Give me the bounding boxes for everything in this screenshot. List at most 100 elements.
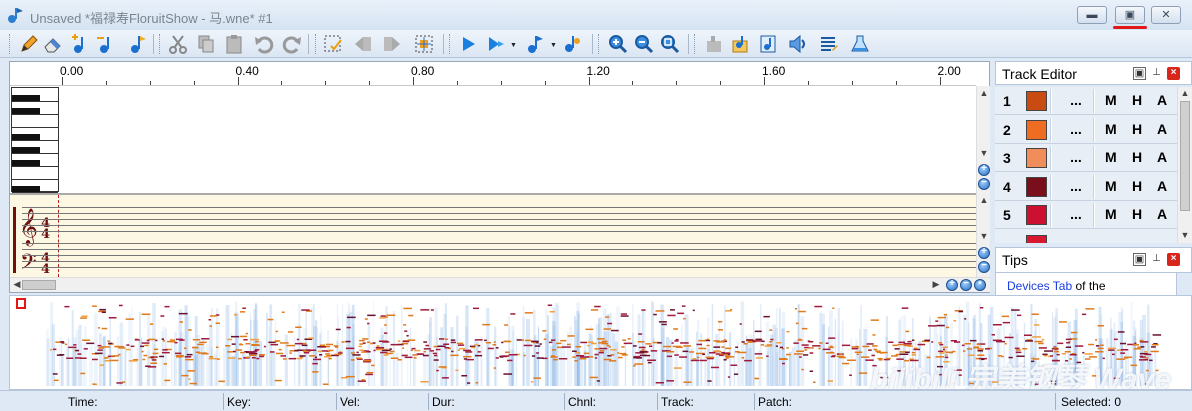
pencil-button[interactable] bbox=[18, 33, 40, 55]
track-row[interactable]: 5... M H A bbox=[995, 201, 1177, 229]
zoom-in-vertical-button[interactable]: + bbox=[978, 163, 990, 176]
track-active-toggle[interactable]: A bbox=[1157, 92, 1167, 108]
zoom-out-vertical-button[interactable]: − bbox=[978, 177, 990, 190]
zoom-fit-button[interactable] bbox=[659, 33, 681, 55]
play-menu-dropdown-icon[interactable]: ▼ bbox=[510, 42, 517, 49]
flask-button[interactable] bbox=[849, 33, 871, 55]
scroll-left-icon[interactable]: ◀ bbox=[12, 279, 22, 290]
score-scroll-up-icon[interactable]: ▲ bbox=[977, 195, 991, 205]
toolbar-grip[interactable] bbox=[598, 34, 601, 54]
black-key[interactable] bbox=[12, 95, 40, 101]
paste-button[interactable] bbox=[223, 33, 245, 55]
pin-icon[interactable]: ⊥ bbox=[1150, 67, 1163, 80]
zoom-out-horizontal-button[interactable]: − bbox=[960, 278, 972, 291]
track-mute-toggle[interactable]: M bbox=[1105, 92, 1117, 108]
horizontal-scroll-thumb[interactable] bbox=[22, 280, 56, 290]
track-color-swatch[interactable] bbox=[1026, 148, 1047, 168]
note-remove-button[interactable] bbox=[95, 33, 117, 55]
toolbar-grip[interactable] bbox=[315, 34, 318, 54]
track-color-swatch[interactable] bbox=[1026, 205, 1047, 225]
move-left-button[interactable] bbox=[352, 33, 374, 55]
track-row[interactable]: 4... M H A bbox=[995, 173, 1177, 201]
piano-keyboard[interactable] bbox=[11, 87, 59, 193]
restore-button[interactable]: ▣ bbox=[1115, 6, 1145, 24]
track-color-swatch[interactable] bbox=[1026, 119, 1047, 140]
toolbar-grip[interactable] bbox=[449, 34, 452, 54]
track-row[interactable]: 1... M H A bbox=[995, 87, 1177, 115]
track-active-toggle[interactable]: A bbox=[1157, 121, 1167, 137]
black-key[interactable] bbox=[12, 108, 40, 114]
track-hide-toggle[interactable]: H bbox=[1132, 178, 1142, 194]
track-settings-button[interactable]: ... bbox=[1061, 121, 1091, 139]
track-settings-button[interactable]: ... bbox=[1061, 178, 1091, 196]
tips-pin-icon[interactable]: ⊥ bbox=[1150, 253, 1163, 266]
track-settings-button[interactable]: ... bbox=[1061, 92, 1091, 110]
track-scroll-down-icon[interactable]: ▼ bbox=[1178, 230, 1192, 240]
zoom-out-button[interactable] bbox=[633, 33, 655, 55]
redo-button[interactable] bbox=[281, 33, 303, 55]
track-list-scrollbar[interactable]: ▲ ▼ bbox=[1177, 87, 1192, 243]
devices-tab-link[interactable]: Devices Tab bbox=[1007, 279, 1072, 293]
track-active-toggle[interactable]: A bbox=[1157, 206, 1167, 222]
zoom-reset-button[interactable]: • bbox=[974, 278, 986, 291]
track-mute-toggle[interactable]: M bbox=[1105, 178, 1117, 194]
tips-dock-icon[interactable]: ▣ bbox=[1133, 253, 1146, 266]
play-menu-button[interactable] bbox=[486, 33, 508, 55]
scroll-right-icon[interactable]: ▶ bbox=[931, 279, 941, 290]
zoom-in-horizontal-button[interactable]: + bbox=[946, 278, 958, 291]
track-row[interactable]: 2... M H A bbox=[995, 116, 1177, 144]
track-row[interactable]: 3... M H A bbox=[995, 144, 1177, 172]
score-button[interactable] bbox=[729, 33, 751, 55]
snap-button[interactable] bbox=[413, 33, 435, 55]
horizontal-scrollbar[interactable]: ◀ ▶ + − • bbox=[10, 277, 990, 292]
tempo-button[interactable] bbox=[562, 33, 584, 55]
eraser-button[interactable] bbox=[42, 33, 64, 55]
score-vertical-scrollbar[interactable]: ▲ ▼ + − bbox=[976, 193, 990, 277]
black-key[interactable] bbox=[12, 134, 40, 140]
time-ruler[interactable]: 0.00 0.40 0.80 1.20 1.60 2.00 bbox=[10, 62, 976, 86]
black-key[interactable] bbox=[12, 160, 40, 166]
note-menu-button[interactable] bbox=[524, 33, 546, 55]
track-active-toggle[interactable]: A bbox=[1157, 178, 1167, 194]
select-button[interactable] bbox=[322, 33, 344, 55]
toolbar-grip[interactable] bbox=[9, 34, 12, 54]
toolbar-grip[interactable] bbox=[159, 34, 162, 54]
track-mute-toggle[interactable]: M bbox=[1105, 149, 1117, 165]
track-mute-toggle[interactable]: M bbox=[1105, 121, 1117, 137]
panel-close-icon[interactable]: × bbox=[1167, 67, 1180, 80]
track-color-swatch[interactable] bbox=[1026, 235, 1047, 243]
track-settings-button[interactable]: ... bbox=[1061, 149, 1091, 167]
song-overview[interactable]: bilibili 完美钢琴 Wave bbox=[9, 295, 1192, 390]
track-color-swatch[interactable] bbox=[1026, 91, 1047, 111]
close-button[interactable]: ✕ bbox=[1151, 6, 1181, 24]
note-menu-dropdown-icon[interactable]: ▼ bbox=[550, 42, 557, 49]
minimize-button[interactable]: ▬ bbox=[1077, 6, 1107, 24]
score-scroll-down-icon[interactable]: ▼ bbox=[977, 231, 991, 241]
notebook-button[interactable] bbox=[757, 33, 779, 55]
score-zoom-out-button[interactable]: − bbox=[978, 260, 990, 273]
piano-roll-vertical-scrollbar[interactable]: ▲ ▼ + − bbox=[976, 86, 990, 193]
black-key[interactable] bbox=[12, 186, 40, 192]
speaker-button[interactable] bbox=[787, 33, 809, 55]
scroll-up-icon[interactable]: ▲ bbox=[977, 88, 991, 98]
track-color-swatch[interactable] bbox=[1026, 176, 1047, 197]
note-add-button[interactable] bbox=[70, 33, 92, 55]
score-staff[interactable]: 𝄞 4 4 𝄢 4 4 bbox=[10, 193, 976, 277]
play-button[interactable] bbox=[457, 33, 479, 55]
note-button[interactable] bbox=[127, 33, 149, 55]
list-button[interactable] bbox=[818, 33, 840, 55]
track-active-toggle[interactable]: A bbox=[1157, 149, 1167, 165]
tips-close-icon[interactable]: × bbox=[1167, 253, 1180, 266]
copy-button[interactable] bbox=[195, 33, 217, 55]
black-key[interactable] bbox=[12, 147, 40, 153]
score-zoom-in-button[interactable]: + bbox=[978, 246, 990, 259]
track-settings-button[interactable]: ... bbox=[1061, 206, 1091, 224]
track-hide-toggle[interactable]: H bbox=[1132, 92, 1142, 108]
cut-button[interactable] bbox=[167, 33, 189, 55]
track-row-partial[interactable] bbox=[995, 231, 1177, 243]
instrument-button[interactable] bbox=[703, 33, 725, 55]
piano-roll-grid[interactable] bbox=[10, 86, 976, 193]
track-hide-toggle[interactable]: H bbox=[1132, 121, 1142, 137]
track-scroll-up-icon[interactable]: ▲ bbox=[1178, 88, 1192, 98]
toolbar-grip[interactable] bbox=[694, 34, 697, 54]
